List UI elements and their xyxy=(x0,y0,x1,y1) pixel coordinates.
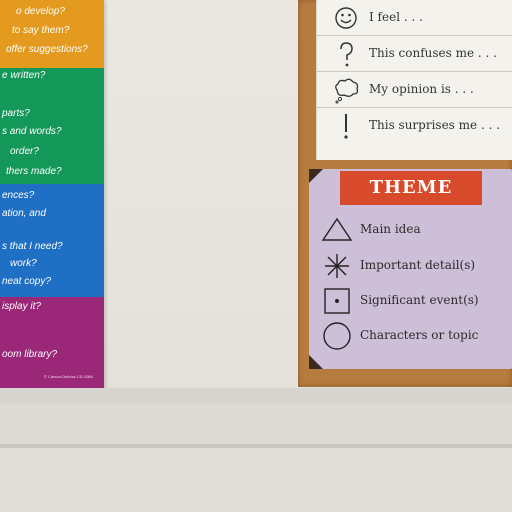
dotted-square-icon xyxy=(321,286,353,316)
starter-row: My opinion is . . . xyxy=(317,72,512,108)
starter-text: This confuses me . . . xyxy=(369,46,497,60)
theme-item-important-details: Important detail(s) xyxy=(321,251,511,281)
lower-wall xyxy=(0,448,512,512)
starter-row: This confuses me . . . xyxy=(317,36,512,72)
chart-band-green: e written? parts? s and words? order? th… xyxy=(0,68,104,184)
chart-copyright: © Carson-Dellosa CD-1086 xyxy=(44,374,93,379)
starter-text: I feel . . . xyxy=(369,10,423,24)
theme-item-characters: Characters or topic xyxy=(321,321,511,351)
theme-item-label: Significant event(s) xyxy=(360,293,479,307)
smiley-icon xyxy=(331,4,361,32)
chart-text: to say them? xyxy=(12,25,70,36)
triangle-icon xyxy=(321,215,353,245)
chart-band-orange: o develop? to say them? offer suggestion… xyxy=(0,0,104,68)
chart-text: o develop? xyxy=(16,6,65,17)
starter-row: I feel . . . xyxy=(317,0,512,36)
chart-text: oom library? xyxy=(2,349,58,360)
circle-icon xyxy=(321,321,353,351)
starter-text: This surprises me . . . xyxy=(369,118,501,132)
chart-text: thers made? xyxy=(6,166,62,177)
chart-text: s that I need? xyxy=(2,241,63,252)
chart-text: ation, and xyxy=(2,208,46,219)
chart-text: e written? xyxy=(2,70,46,81)
exclamation-icon xyxy=(331,112,361,140)
chart-text: s and words? xyxy=(2,126,62,137)
chart-text: parts? xyxy=(2,108,30,119)
window-sill xyxy=(0,388,512,404)
theme-title: THEME xyxy=(340,171,482,205)
theme-item-significant-events: Significant event(s) xyxy=(321,286,511,316)
question-mark-icon xyxy=(331,40,361,68)
chart-text: work? xyxy=(10,258,37,269)
theme-item-label: Characters or topic xyxy=(360,328,479,342)
chart-text: order? xyxy=(10,146,39,157)
starter-text: My opinion is . . . xyxy=(369,82,474,96)
thought-cloud-icon xyxy=(331,76,361,104)
theme-item-main-idea: Main idea xyxy=(321,215,511,245)
photo-corner xyxy=(309,169,323,183)
starter-row: This surprises me . . . xyxy=(317,108,512,144)
chart-text: neat copy? xyxy=(2,276,51,287)
chart-text: isplay it? xyxy=(2,301,41,312)
sill-face xyxy=(0,404,512,444)
asterisk-icon xyxy=(321,251,353,281)
sentence-starter-chart: I feel . . . This confuses me . . . My o… xyxy=(316,0,512,160)
photo-corner xyxy=(309,355,323,369)
theme-item-label: Main idea xyxy=(360,222,421,236)
theme-item-label: Important detail(s) xyxy=(360,258,476,272)
writing-questions-chart: o develop? to say them? offer suggestion… xyxy=(0,0,104,390)
chart-text: ences? xyxy=(2,190,35,201)
chart-band-blue: ences? ation, and s that I need? work? n… xyxy=(0,184,104,297)
chart-text: offer suggestions? xyxy=(6,44,88,55)
